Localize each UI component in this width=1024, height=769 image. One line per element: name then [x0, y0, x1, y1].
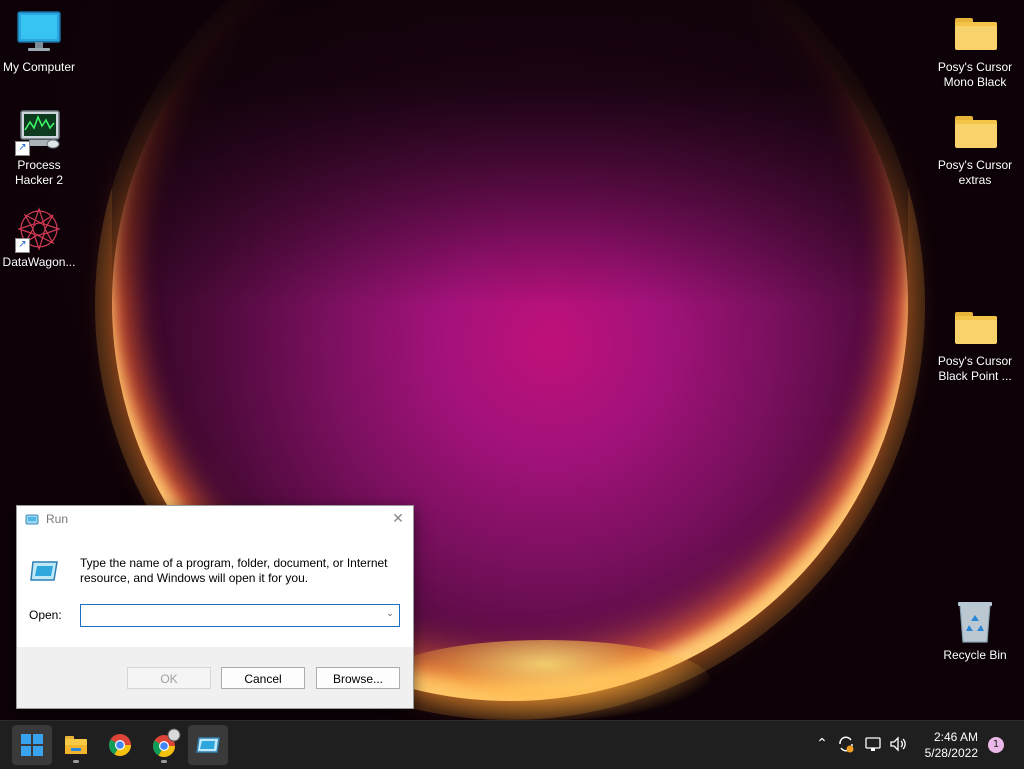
- shortcut-arrow-icon: ↗: [15, 238, 30, 253]
- wallpaper-haze: [380, 640, 710, 720]
- wallpaper-shade: [112, 0, 908, 305]
- desktop-icon-label: Posy's Cursor extras: [937, 158, 1013, 187]
- run-large-icon: [29, 558, 61, 584]
- run-title: Run: [46, 512, 69, 526]
- file-explorer-button[interactable]: [56, 725, 96, 765]
- chrome-icon: [109, 734, 131, 756]
- desktop-icon-posy-extras[interactable]: Posy's Cursor extras: [934, 108, 1016, 188]
- running-indicator: [73, 760, 79, 763]
- ok-button[interactable]: OK: [127, 667, 211, 689]
- process-hacker-icon: ↗: [15, 108, 63, 156]
- running-indicator: [161, 760, 167, 763]
- datawagon-icon: ↗: [15, 205, 63, 253]
- start-button[interactable]: [12, 725, 52, 765]
- chrome-profile-icon: [153, 728, 181, 757]
- desktop-icon-recycle-bin[interactable]: Recycle Bin: [934, 598, 1016, 663]
- desktop-icon-label: DataWagon...: [2, 255, 76, 269]
- desktop-icon-datawagon[interactable]: ↗ DataWagon...: [0, 205, 80, 270]
- notification-badge[interactable]: 1: [988, 737, 1004, 753]
- volume-icon[interactable]: [887, 733, 909, 755]
- folder-icon: [951, 108, 999, 156]
- open-combobox[interactable]: ⌄: [80, 604, 400, 627]
- desktop-icon-label: My Computer: [2, 60, 76, 74]
- desktop-icon-label: Recycle Bin: [943, 648, 1007, 662]
- chrome-button[interactable]: [100, 725, 140, 765]
- open-input[interactable]: [81, 605, 385, 624]
- monitor-icon: [15, 10, 63, 58]
- run-description: Type the name of a program, folder, docu…: [80, 556, 388, 585]
- desktop-icon-posy-mono-black[interactable]: Posy's Cursor Mono Black: [934, 10, 1016, 90]
- run-taskbar-button[interactable]: [188, 725, 228, 765]
- desktop-icon-process-hacker[interactable]: ↗ Process Hacker 2: [0, 108, 80, 188]
- cancel-button[interactable]: Cancel: [221, 667, 305, 689]
- clock-date: 5/28/2022: [924, 746, 978, 760]
- desktop-icon-label: Posy's Cursor Mono Black: [937, 60, 1013, 89]
- chevron-up-icon[interactable]: ⌃: [811, 733, 833, 755]
- desktop-icon-label: Process Hacker 2: [14, 158, 64, 187]
- desktop-icon-label: Posy's Cursor Black Point ...: [937, 354, 1013, 383]
- clock-time: 2:46 AM: [933, 730, 978, 744]
- start-icon: [21, 734, 43, 756]
- browse-button[interactable]: Browse...: [316, 667, 400, 689]
- taskbar: ⌃ 2:46 AM 5/28/2022 1: [0, 720, 1024, 769]
- recycle-bin-icon: [951, 598, 999, 646]
- close-icon[interactable]: ✕: [390, 511, 406, 527]
- network-icon[interactable]: [862, 733, 884, 755]
- file-explorer-icon: [65, 736, 87, 754]
- sync-icon[interactable]: [835, 733, 857, 755]
- run-titlebar[interactable]: Run ✕: [17, 506, 413, 534]
- run-icon: [196, 737, 220, 753]
- folder-icon: [951, 304, 999, 352]
- desktop-icon-my-computer[interactable]: My Computer: [0, 10, 80, 75]
- chevron-down-icon[interactable]: ⌄: [384, 608, 396, 620]
- chrome-profile-button[interactable]: [144, 725, 184, 765]
- desktop-icon-posy-black-point[interactable]: Posy's Cursor Black Point ...: [934, 304, 1016, 384]
- open-label: Open:: [29, 608, 62, 622]
- taskbar-clock[interactable]: 2:46 AM 5/28/2022: [925, 729, 978, 761]
- run-dialog: Run ✕ Type the name of a program, folder…: [16, 505, 414, 709]
- folder-icon: [951, 10, 999, 58]
- run-icon: [25, 514, 39, 525]
- shortcut-arrow-icon: ↗: [15, 141, 30, 156]
